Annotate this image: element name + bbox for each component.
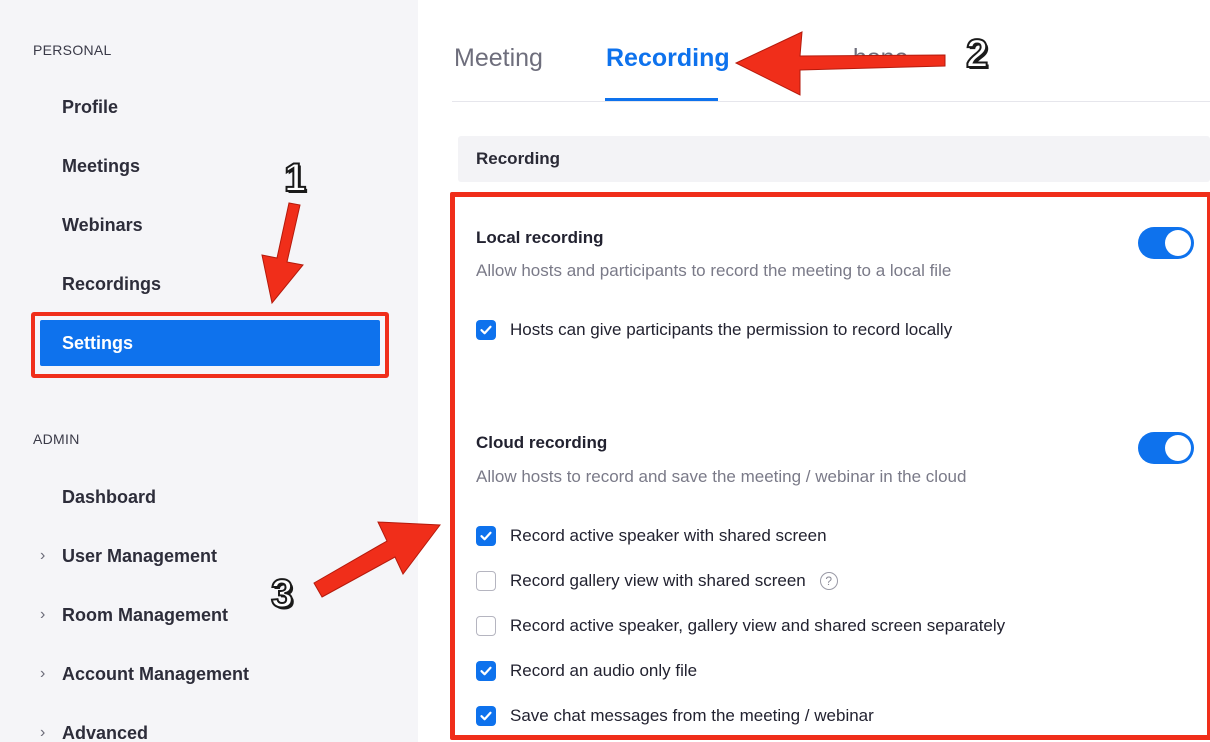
cloud-recording-title: Cloud recording [476,433,608,452]
option-label: Save chat messages from the meeting / we… [510,706,874,725]
sidebar-item-label: Advanced [62,722,149,742]
chevron-right-icon: › [40,606,46,623]
option-label: Record an audio only file [510,661,698,680]
cloud-option-row[interactable]: Record active speaker with shared screen [476,524,827,548]
checkbox-unchecked-icon[interactable] [476,616,496,636]
annotation-number-3: 3 [270,571,294,617]
admin-heading: ADMIN [33,431,80,447]
sidebar-item-account-management[interactable]: › Account Management [40,651,380,697]
sidebar-item-label: User Management [62,545,218,566]
local-recording-toggle[interactable] [1138,227,1194,259]
option-label: Hosts can give participants the permissi… [510,320,953,339]
chevron-right-icon: › [40,547,46,564]
annotation-number-1: 1 [283,155,307,201]
active-tab-indicator [605,98,718,101]
sidebar-item-profile[interactable]: Profile [40,84,380,130]
sidebar-item-recordings[interactable]: Recordings [40,261,380,307]
tab-recording[interactable]: Recording [606,44,730,73]
checkbox-checked-icon[interactable] [476,706,496,726]
cloud-option-row[interactable]: Record active speaker, gallery view and … [476,614,1005,638]
checkbox-unchecked-icon[interactable] [476,571,496,591]
sidebar-item-room-management[interactable]: › Room Management [40,592,380,638]
local-option-row[interactable]: Hosts can give participants the permissi… [476,318,952,342]
section-header: Recording [458,136,1210,182]
sidebar-item-label: Room Management [62,604,229,625]
cloud-option-row[interactable]: Record gallery view with shared screen ? [476,569,838,593]
toggle-knob [1165,230,1191,256]
sidebar-item-label: Account Management [62,663,250,684]
option-label: Record active speaker, gallery view and … [510,616,1006,635]
cloud-option-row[interactable]: Record an audio only file [476,659,697,683]
local-recording-description: Allow hosts and participants to record t… [476,261,952,280]
help-question-icon[interactable]: ? [819,572,838,590]
checkbox-checked-icon[interactable] [476,661,496,681]
cloud-recording-description: Allow hosts to record and save the meeti… [476,467,967,486]
settings-tabs: Meeting Recording ...hone [452,0,1210,102]
local-recording-title: Local recording [476,228,604,247]
sidebar-item-advanced[interactable]: › Advanced [40,710,380,742]
tab-telephone[interactable]: ...hone [832,44,908,73]
checkbox-checked-icon[interactable] [476,526,496,546]
cloud-recording-toggle[interactable] [1138,432,1194,464]
sidebar-item-dashboard[interactable]: Dashboard [40,474,380,520]
option-label: Record gallery view with shared screen [510,571,806,590]
sidebar-item-meetings[interactable]: Meetings [40,143,380,189]
sidebar-item-webinars[interactable]: Webinars [40,202,380,248]
toggle-knob [1165,435,1191,461]
cloud-option-row[interactable]: Save chat messages from the meeting / we… [476,704,874,728]
sidebar-item-user-management[interactable]: › User Management [40,533,380,579]
checkbox-checked-icon[interactable] [476,320,496,340]
chevron-right-icon: › [40,724,46,741]
settings-highlight-box [31,312,389,378]
option-label: Record active speaker with shared screen [510,526,827,545]
personal-heading: PERSONAL [33,42,112,58]
annotation-number-2: 2 [965,31,989,77]
chevron-right-icon: › [40,665,46,682]
tab-meeting[interactable]: Meeting [454,44,543,73]
